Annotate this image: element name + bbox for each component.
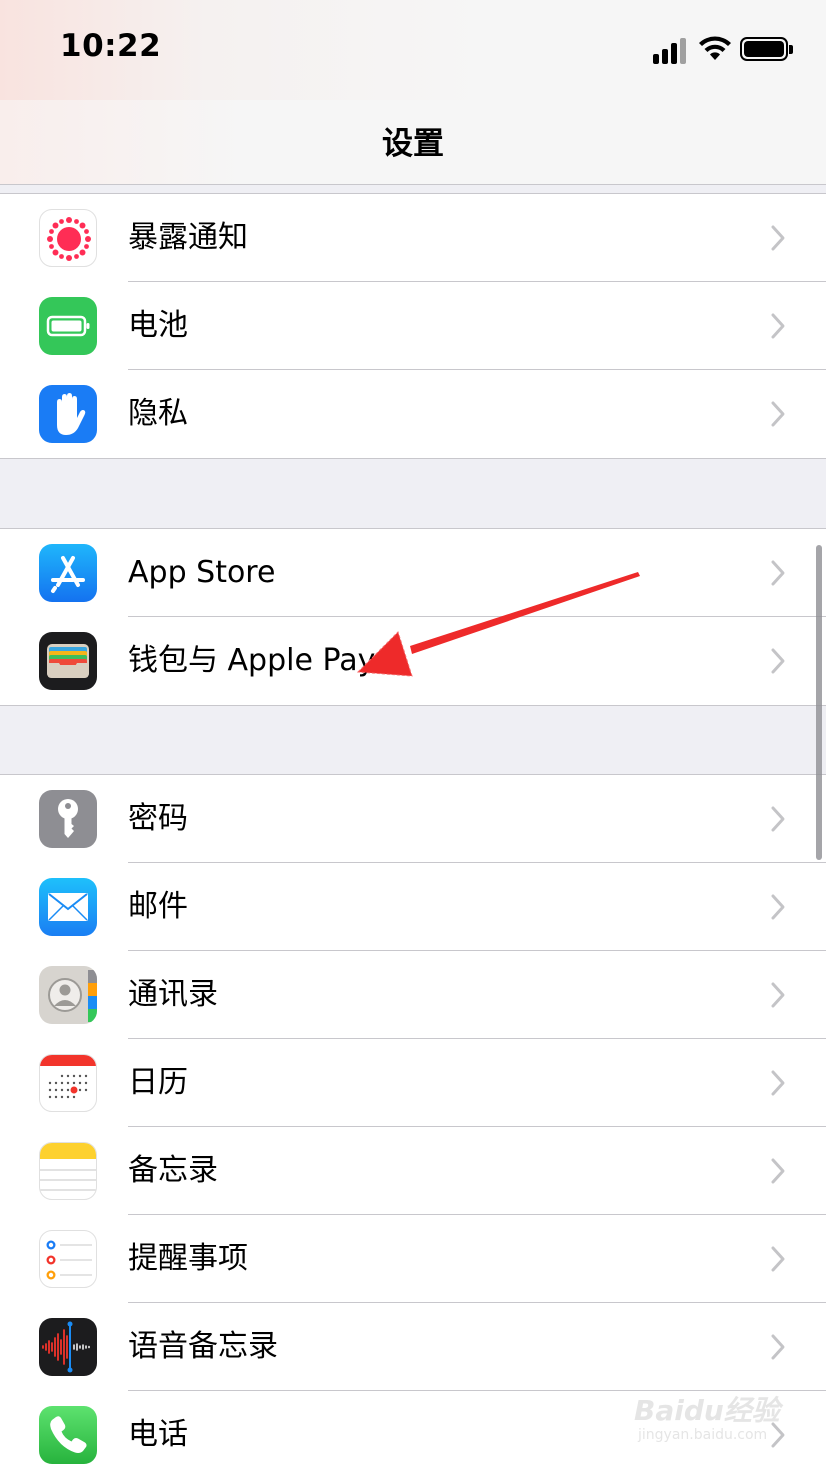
page-title: 设置 <box>382 126 444 162</box>
settings-group-3: 密码 邮件 通讯录 日历 备忘录 提醒事项 语音备忘录 电话 <box>0 774 826 1467</box>
settings-row-label: 密码 <box>128 801 188 836</box>
cellular-signal-icon <box>653 38 689 64</box>
settings-row-label: 电话 <box>128 1417 188 1452</box>
navigation-bar: 设置 <box>0 100 826 185</box>
chevron-right-icon <box>771 1334 785 1360</box>
settings-row-label: 通讯录 <box>128 977 218 1012</box>
settings-row-contacts[interactable]: 通讯录 <box>0 951 826 1039</box>
settings-row-battery[interactable]: 电池 <box>0 282 826 370</box>
settings-row-notes[interactable]: 备忘录 <box>0 1127 826 1215</box>
settings-row-label: 日历 <box>128 1065 188 1100</box>
settings-row-label: App Store <box>128 555 276 590</box>
chevron-right-icon <box>771 1070 785 1096</box>
settings-row-label: 备忘录 <box>128 1153 218 1188</box>
wifi-icon <box>699 36 731 60</box>
battery-status-icon <box>740 37 793 61</box>
chevron-right-icon <box>771 560 785 586</box>
scroll-indicator[interactable] <box>816 545 822 860</box>
wallet-icon <box>39 632 97 690</box>
app-store-icon <box>39 544 97 602</box>
battery-icon <box>39 297 97 355</box>
settings-row-label: 电池 <box>128 308 188 343</box>
chevron-right-icon <box>771 225 785 251</box>
chevron-right-icon <box>771 313 785 339</box>
reminders-icon <box>39 1230 97 1288</box>
privacy-hand-icon <box>39 385 97 443</box>
key-icon <box>39 790 97 848</box>
phone-icon <box>39 1406 97 1464</box>
settings-row-passwords[interactable]: 密码 <box>0 775 826 863</box>
voice-memos-icon <box>39 1318 97 1376</box>
exposure-notification-icon <box>39 209 97 267</box>
watermark-brand: Baidu经验 <box>634 1394 780 1427</box>
chevron-right-icon <box>771 894 785 920</box>
settings-row-label: 隐私 <box>128 396 188 431</box>
settings-row-mail[interactable]: 邮件 <box>0 863 826 951</box>
chevron-right-icon <box>771 648 785 674</box>
baidu-jingyan-watermark: Baidu经验 jingyan.baidu.com <box>630 1375 790 1455</box>
annotation-arrow <box>356 572 640 677</box>
settings-row-exposure[interactable]: 暴露通知 <box>0 194 826 282</box>
settings-row-label: 钱包与 Apple Pay <box>128 643 376 678</box>
settings-row-calendar[interactable]: 日历 <box>0 1039 826 1127</box>
chevron-right-icon <box>771 1246 785 1272</box>
mail-icon <box>39 878 97 936</box>
notes-icon <box>39 1142 97 1200</box>
settings-row-label: 语音备忘录 <box>128 1329 278 1364</box>
settings-row-privacy[interactable]: 隐私 <box>0 370 826 458</box>
chevron-right-icon <box>771 806 785 832</box>
settings-row-label: 暴露通知 <box>128 220 248 255</box>
chevron-right-icon <box>771 1158 785 1184</box>
settings-row-reminders[interactable]: 提醒事项 <box>0 1215 826 1303</box>
calendar-icon <box>39 1054 97 1112</box>
status-bar: 10:22 <box>0 0 826 100</box>
settings-group-1: 暴露通知 电池 隐私 <box>0 193 826 459</box>
chevron-right-icon <box>771 982 785 1008</box>
watermark-url: jingyan.baidu.com <box>638 1427 768 1443</box>
settings-row-label: 提醒事项 <box>128 1241 248 1276</box>
settings-row-label: 邮件 <box>128 889 188 924</box>
chevron-right-icon <box>771 401 785 427</box>
status-time: 10:22 <box>60 28 162 64</box>
contacts-icon <box>39 966 97 1024</box>
